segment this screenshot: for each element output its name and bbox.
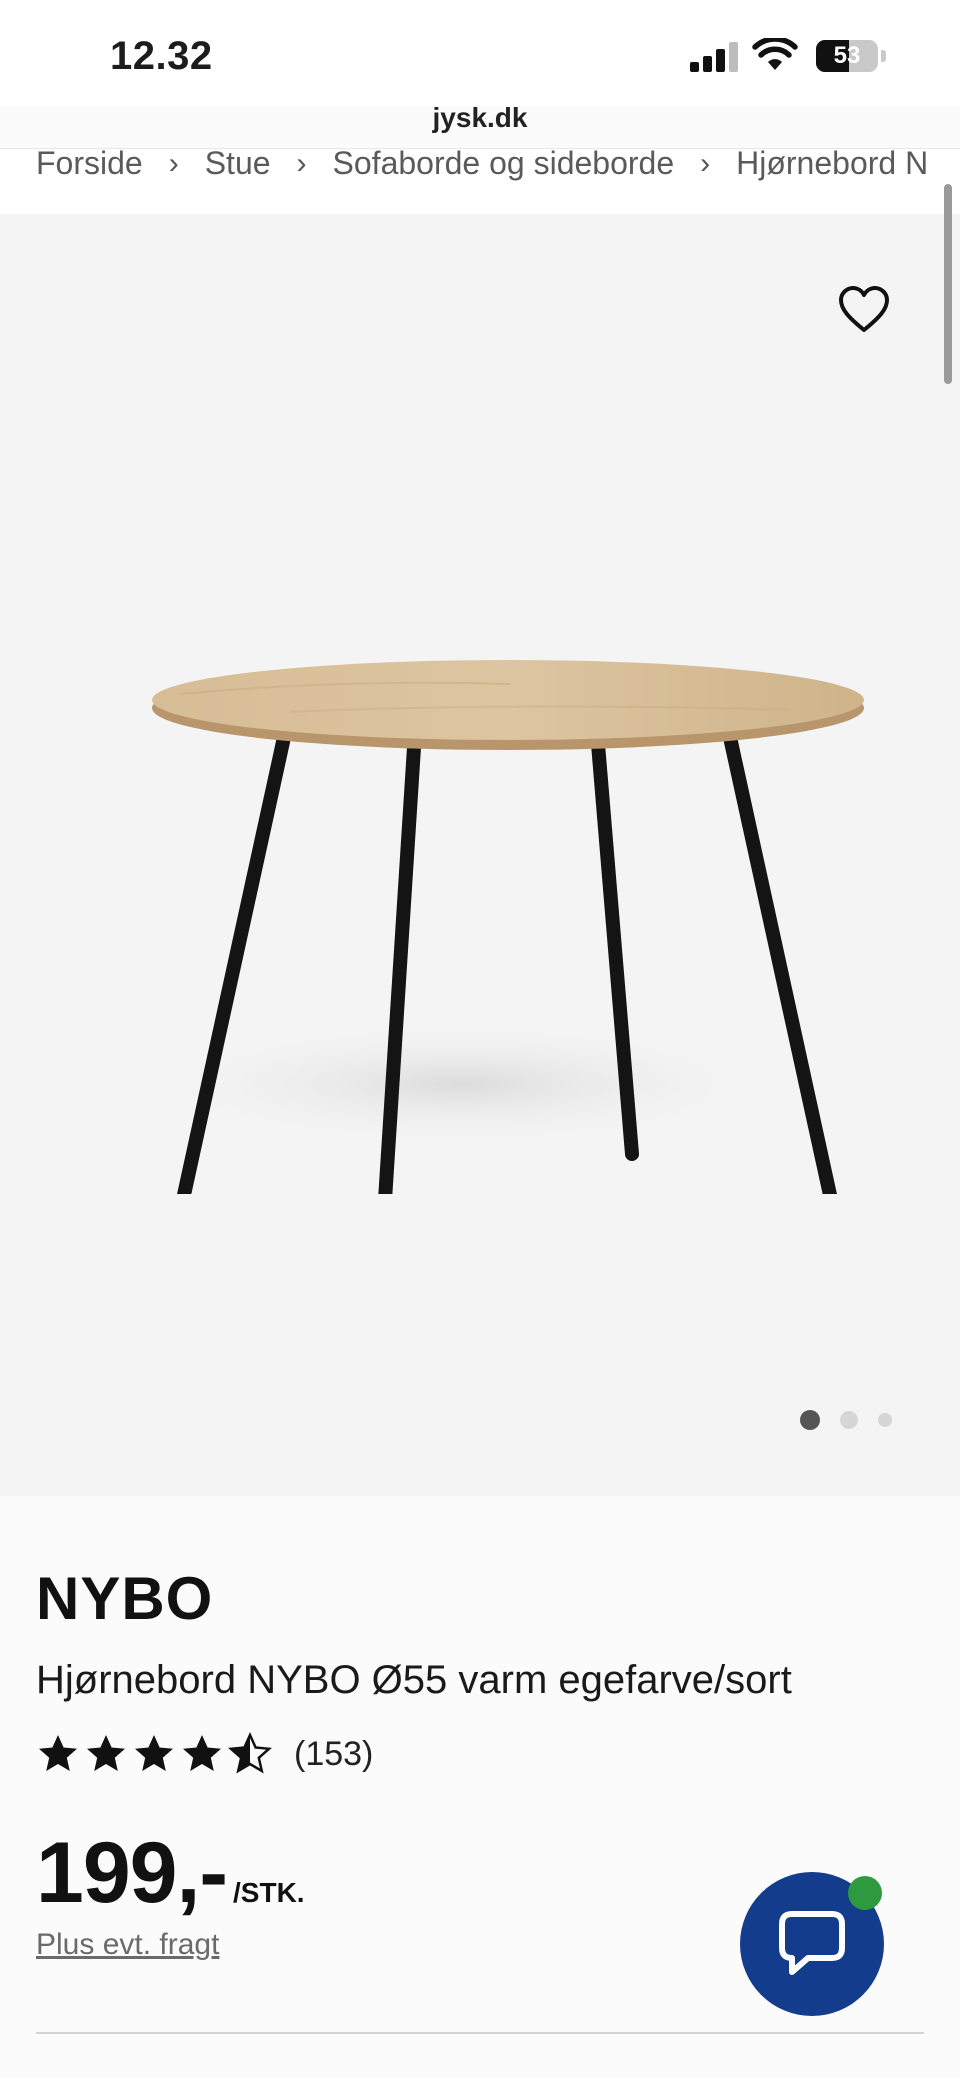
breadcrumb-item-hjornebord[interactable]: Hjørnebord N [736,149,928,182]
product-gallery[interactable] [0,214,960,1496]
breadcrumb-separator-icon: › [168,148,179,180]
star-filled-icon [183,1735,221,1771]
rating-stars [36,1732,272,1776]
heart-outline-icon[interactable] [838,286,890,334]
product-price: 199,- [36,1825,228,1921]
chat-button[interactable] [740,1872,884,2016]
price-unit: /STK. [233,1877,305,1908]
product-image [130,660,864,1194]
online-status-indicator [848,1876,882,1910]
divider [36,2032,924,2034]
gallery-pagination [800,1410,892,1430]
review-count[interactable]: (153) [294,1735,373,1774]
battery-percentage: 53 [833,42,861,69]
product-brand: NYBO [36,1565,214,1632]
gallery-dot[interactable] [840,1411,858,1429]
scrollbar[interactable] [944,184,952,384]
breadcrumb-bar: Forside › Stue › Sofaborde og sideborde … [0,148,960,215]
gallery-dot[interactable] [800,1410,820,1430]
breadcrumb-item-sofaborde[interactable]: Sofaborde og sideborde [333,149,675,182]
star-filled-icon [39,1735,77,1771]
cellular-signal-icon [690,42,738,72]
star-filled-icon [87,1735,125,1771]
status-bar: 12.32 53 jysk.dk [0,0,960,133]
breadcrumb-separator-icon: › [700,148,711,180]
shipping-link[interactable]: Plus evt. fragt [36,1928,219,1962]
product-rating[interactable]: (153) [36,1732,373,1776]
status-time: 12.32 [110,34,213,78]
browser-url[interactable]: jysk.dk [0,102,960,134]
breadcrumb: Forside › Stue › Sofaborde og sideborde … [36,148,954,182]
wifi-icon [752,38,798,70]
star-filled-icon [135,1735,173,1771]
price-row: 199,- /STK. [36,1824,305,1923]
star-half-icon [228,1732,272,1774]
product-title: Hjørnebord NYBO Ø55 varm egefarve/sort [36,1658,792,1702]
gallery-dot[interactable] [878,1413,892,1427]
chat-bubble-icon [779,1911,845,1975]
breadcrumb-item-stue[interactable]: Stue [205,149,271,182]
breadcrumb-item-forside[interactable]: Forside [36,149,143,182]
battery-icon: 53 [816,40,886,74]
breadcrumb-separator-icon: › [296,148,307,180]
